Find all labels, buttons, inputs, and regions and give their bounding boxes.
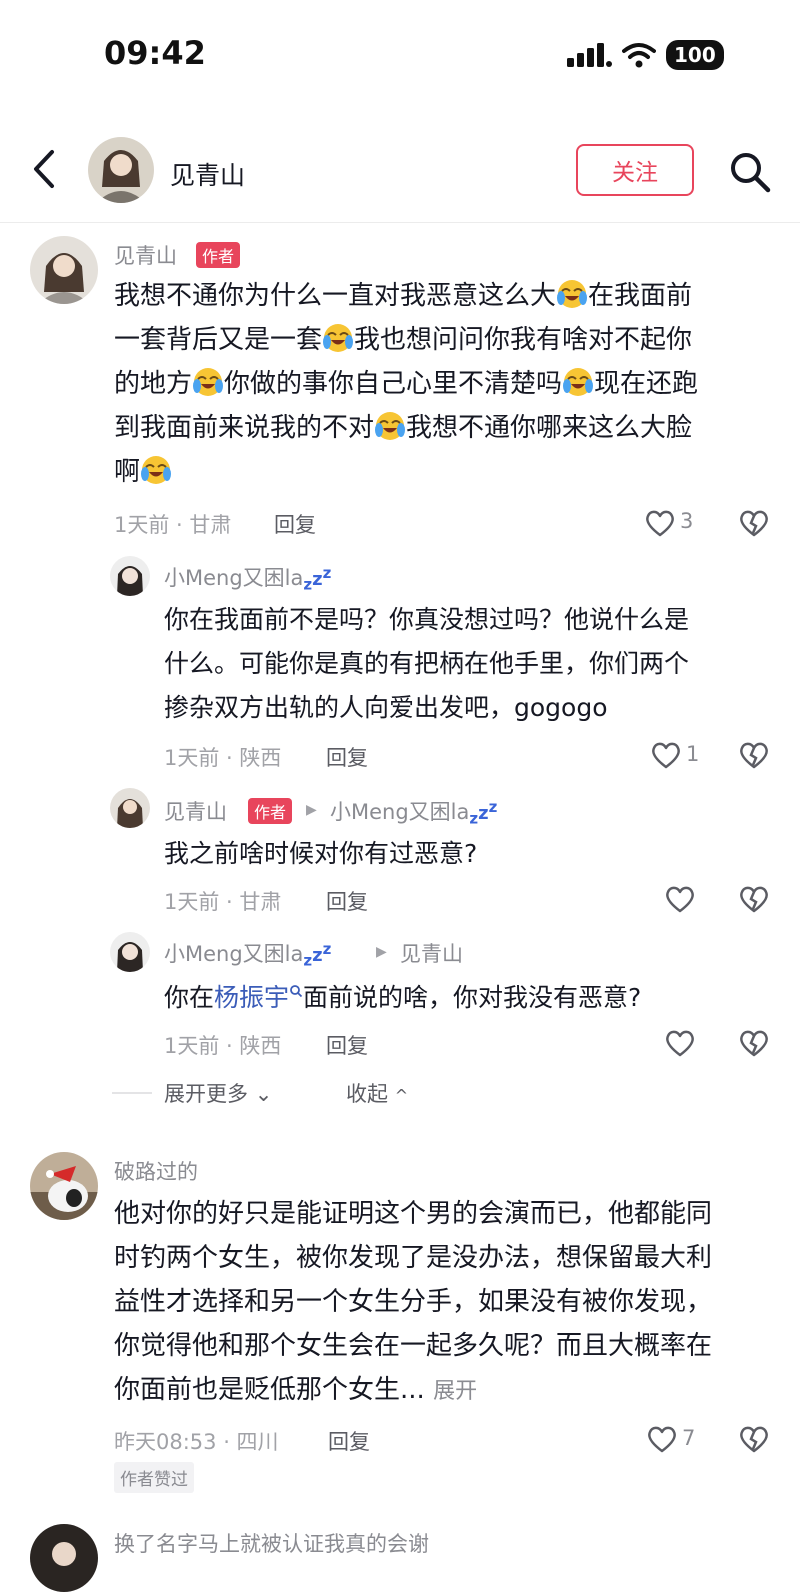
like-count: 1 [686, 742, 700, 766]
search-link[interactable]: 杨振宇 [214, 983, 289, 1012]
header-username[interactable]: 见青山 [170, 156, 245, 192]
crying-laughing-emoji-icon [193, 368, 224, 396]
sleep-zz-icon: zzz [469, 798, 498, 828]
heart-icon[interactable] [646, 1424, 678, 1454]
crying-laughing-emoji-icon [375, 412, 406, 440]
reply-meta: 1天前 · 陕西 [164, 1034, 282, 1058]
reply-text: 我之前啥时候对你有过恶意? [164, 839, 478, 868]
follow-button[interactable]: 关注 [576, 144, 694, 196]
reply-to-arrow-icon: ▶ [306, 802, 317, 818]
reply-meta: 1天前 · 陕西 [164, 746, 282, 770]
reply-button[interactable]: 回复 [326, 886, 368, 916]
crying-laughing-emoji-icon [557, 280, 588, 308]
search-icon[interactable] [728, 150, 772, 194]
header-divider [0, 222, 800, 223]
dislike-icon[interactable] [738, 508, 770, 538]
sleep-zz-icon: zzz [303, 564, 332, 594]
reply-avatar[interactable] [110, 556, 150, 596]
reply-author[interactable]: 小Meng又困lazzz [164, 562, 331, 594]
heart-icon[interactable] [664, 1028, 696, 1058]
comment-author[interactable]: 见青山 [114, 240, 177, 270]
signal-icon [567, 43, 612, 67]
reply-button[interactable]: 回复 [328, 1426, 370, 1456]
reply-author[interactable]: 见青山 [164, 796, 227, 826]
battery-indicator: 100 [666, 40, 724, 70]
heart-icon[interactable] [664, 884, 696, 914]
heart-icon[interactable] [650, 740, 682, 770]
comment-avatar[interactable] [30, 1524, 98, 1592]
search-small-icon[interactable] [289, 984, 303, 998]
comment-avatar[interactable] [30, 236, 98, 304]
chevron-down-icon: ⌄ [254, 1082, 273, 1106]
author-badge: 作者 [248, 798, 293, 824]
reply-button[interactable]: 回复 [274, 509, 316, 539]
comment-avatar[interactable] [30, 1152, 98, 1220]
comment-author[interactable]: 破路过的 [114, 1156, 198, 1186]
comment-text: 他对你的好只是能证明这个男的会演而已，他都能同 时钓两个女生，被你发现了是没办法… [114, 1199, 713, 1405]
reply-target[interactable]: 小Meng又困lazzz [330, 796, 497, 828]
expand-more-button[interactable]: 展开更多 ⌄ [164, 1078, 272, 1108]
wifi-icon [622, 43, 656, 68]
dislike-icon[interactable] [738, 1028, 770, 1058]
reply-target[interactable]: 见青山 [400, 938, 463, 968]
dislike-icon[interactable] [738, 884, 770, 914]
sleep-zz-icon: zzz [303, 940, 332, 970]
heart-icon[interactable] [644, 508, 676, 538]
author-badge: 作者 [196, 242, 241, 268]
status-icons: 100 [566, 38, 724, 72]
reply-avatar[interactable] [110, 932, 150, 972]
reply-button[interactable]: 回复 [326, 742, 368, 772]
comment-author[interactable]: 换了名字马上就被认证我真的会谢 [114, 1528, 429, 1558]
expand-divider [112, 1092, 152, 1094]
dislike-icon[interactable] [738, 1424, 770, 1454]
status-time: 09:42 [104, 34, 206, 72]
dislike-icon[interactable] [738, 740, 770, 770]
chevron-up-icon: ^ [394, 1086, 409, 1105]
back-arrow-icon[interactable] [30, 148, 60, 190]
comment-meta: 1天前 · 甘肃 [114, 513, 232, 537]
reply-meta: 1天前 · 甘肃 [164, 890, 282, 914]
header-avatar[interactable] [88, 137, 154, 203]
author-liked-tag: 作者赞过 [114, 1462, 194, 1493]
like-count: 7 [682, 1426, 696, 1450]
reply-button[interactable]: 回复 [326, 1030, 368, 1060]
crying-laughing-emoji-icon [141, 456, 172, 484]
reply-text: 你在杨振宇 面前说的啥，你对我没有恶意? [164, 983, 642, 1012]
reply-text: 你在我面前不是吗？你真没想过吗？他说什么是 什么。可能你是真的有把柄在他手里，你… [164, 605, 690, 722]
reply-to-arrow-icon: ▶ [376, 944, 387, 960]
expand-text-link[interactable]: 展开 [433, 1379, 477, 1404]
crying-laughing-emoji-icon [323, 324, 354, 352]
comment-meta: 昨天08:53 · 四川 [114, 1430, 279, 1454]
comment-text: 我想不通你为什么一直对我恶意这么大 在我面前 一套背后又是一套 我也想问问你我有啥对… [114, 274, 774, 494]
crying-laughing-emoji-icon [563, 368, 594, 396]
reply-avatar[interactable] [110, 788, 150, 828]
reply-author[interactable]: 小Meng又困lazzz [164, 938, 331, 970]
like-count: 3 [680, 509, 694, 533]
collapse-button[interactable]: 收起 ^ [346, 1078, 408, 1108]
